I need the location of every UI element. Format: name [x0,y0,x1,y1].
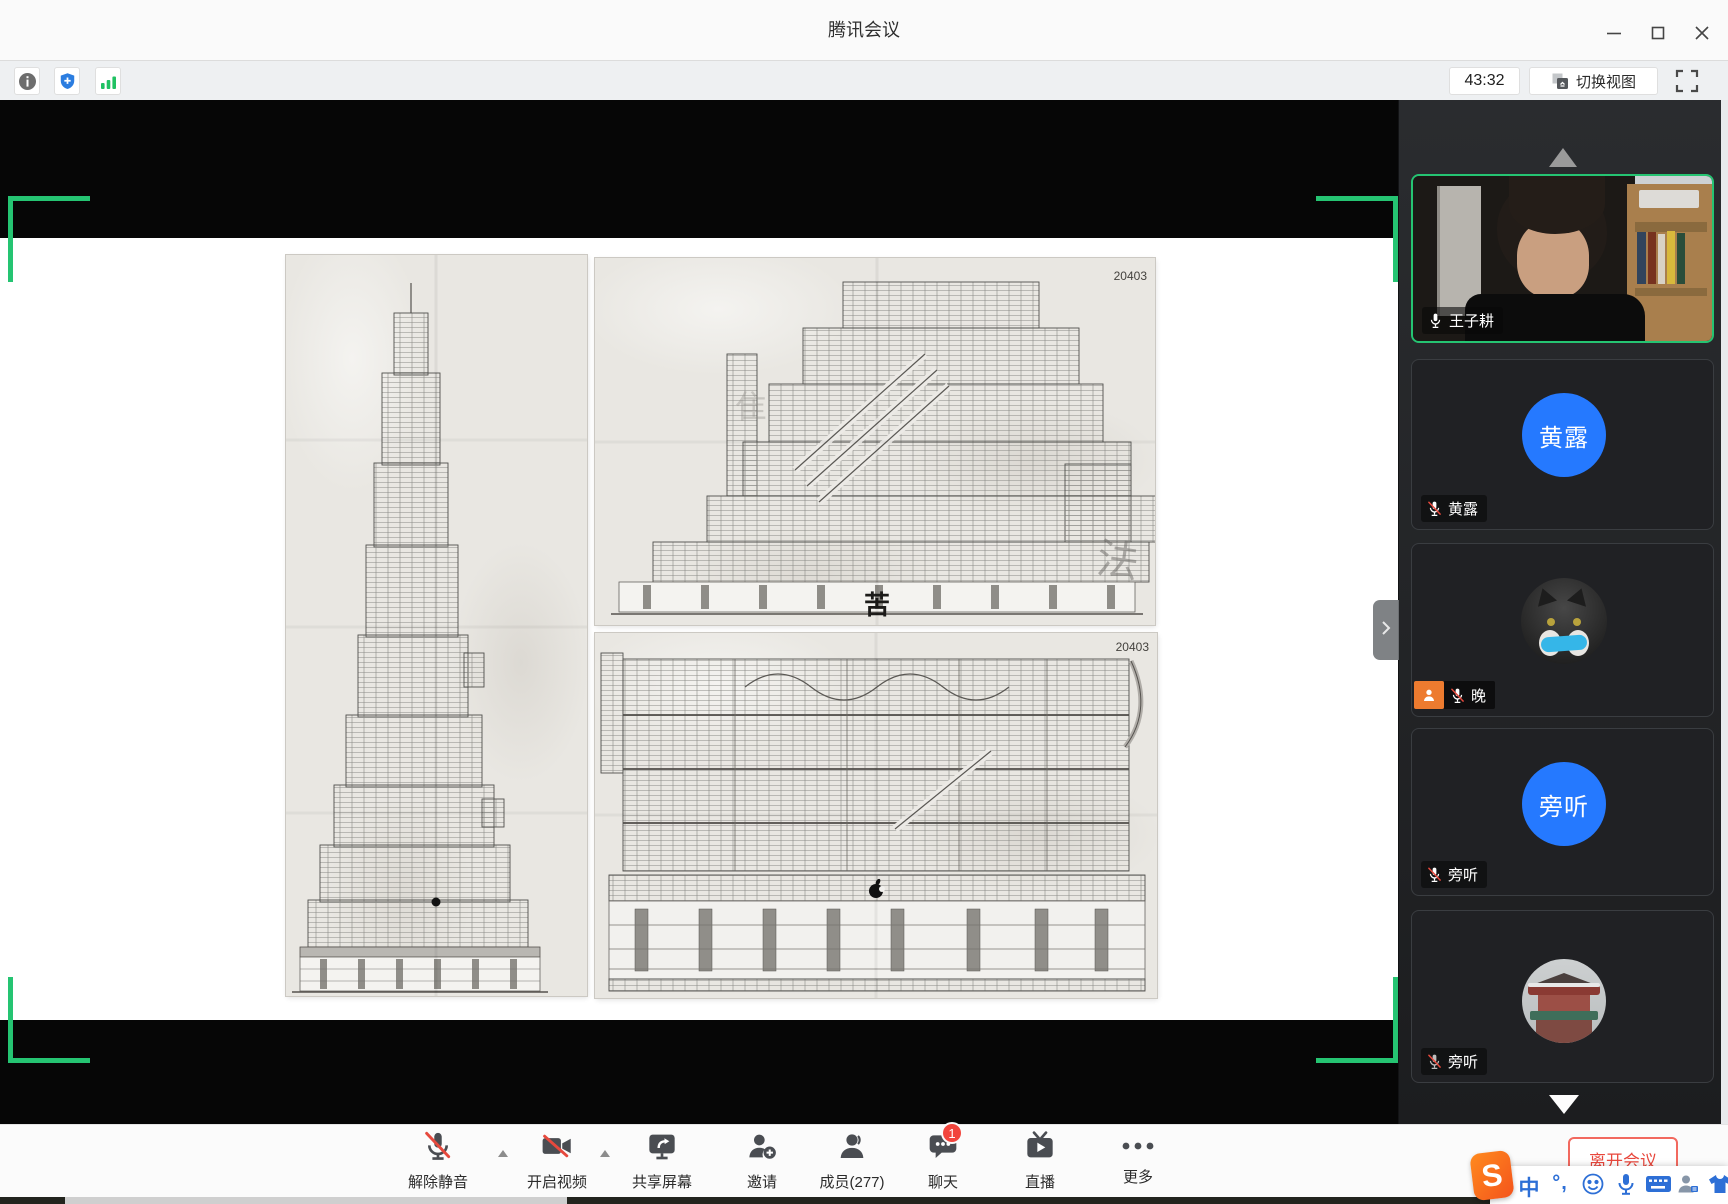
participant-name: 黄露 [1448,498,1478,519]
participant-tile-wangzigeng[interactable]: 王子耕 [1411,174,1714,343]
control-label: 成员(277) [819,1171,884,1192]
close-icon[interactable] [1689,20,1715,46]
fullscreen-icon[interactable] [1674,68,1700,99]
ink-mark-2: 隹 [735,389,767,425]
participant-label: 王子耕 [1422,307,1503,334]
participant-name: 王子耕 [1449,310,1494,331]
participant-label-row: 晚 [1414,681,1495,709]
invite-button[interactable]: 邀请 [714,1130,810,1192]
chevron-right-icon [1380,619,1392,642]
live-icon [1024,1130,1056,1167]
maximize-icon[interactable] [1645,20,1671,46]
member-role-badge-icon [1414,681,1444,709]
ime-skin-icon[interactable] [1707,1172,1728,1196]
avatar-text: 黄露 [1539,418,1589,453]
window-title: 腾讯会议 [0,0,1728,61]
ink-mark: 法 [1094,534,1142,586]
participant-tile-pangting-2[interactable]: 旁听 [1411,910,1714,1083]
mic-muted-icon [1427,866,1442,883]
sidebar-collapse-handle[interactable] [1373,600,1399,660]
participant-tile-huanglu[interactable]: 黄露 黄露 [1411,359,1714,530]
sheet-code: 20403 [1116,640,1150,654]
taskbar-edge [0,1197,1728,1204]
avatar-text: 旁听 [1539,787,1589,822]
shared-screen-area: 20403 苦 法 隹 [0,100,1398,1124]
mic-muted-icon [1450,687,1465,704]
control-label: 解除静音 [408,1171,468,1192]
participant-label: 旁听 [1421,1048,1487,1075]
tencent-meeting-window: 腾讯会议 43:32 切换视图 [0,0,1728,1204]
switch-view-icon [1551,72,1569,90]
control-label: 更多 [1123,1166,1153,1187]
minimize-icon[interactable] [1601,20,1627,46]
capture-corner-bottom-right-h [1316,1058,1398,1063]
members-button[interactable]: 成员(277) [797,1130,907,1192]
taskbar-edge-highlight [65,1197,567,1204]
more-button[interactable]: 更多 [1090,1130,1186,1187]
screen-share-icon [646,1130,678,1167]
camera-off-icon [540,1130,574,1167]
video-options-caret-icon[interactable] [600,1150,610,1157]
mic-muted-icon [1427,1053,1442,1070]
unmute-button[interactable]: 解除静音 [390,1130,486,1192]
mic-options-caret-icon[interactable] [498,1150,508,1157]
avatar: 旁听 [1522,762,1606,846]
avatar: 黄露 [1522,393,1606,477]
drawing-sheet-palace: 20403 苦 法 隹 [595,258,1155,625]
participant-tile-pangting-1[interactable]: 旁听 旁听 [1411,728,1714,896]
control-label: 开启视频 [527,1171,587,1192]
titlebar: 腾讯会议 [0,0,1728,61]
mic-muted-icon [1427,500,1442,517]
drawing-sheet-section: 20403 [595,633,1157,998]
capture-corner-top-right [1316,196,1398,201]
mic-on-icon [1428,312,1443,329]
chat-unread-badge: 1 [941,1122,963,1144]
mic-muted-icon [422,1130,454,1167]
sidebar-edge-strip [1721,100,1728,1124]
scroll-up-icon[interactable] [1549,148,1577,167]
capture-corner-bottom-left [8,977,13,1063]
soft-keyboard-icon[interactable] [1645,1172,1672,1196]
control-label: 共享屏幕 [632,1171,692,1192]
letterbox-top [0,100,1398,238]
participant-tile-wan[interactable]: 晚 [1411,543,1714,717]
participant-name: 旁听 [1448,864,1478,885]
meeting-duration: 43:32 [1449,67,1520,95]
switch-view-button[interactable]: 切换视图 [1529,67,1658,95]
capture-corner-bottom-left-h [8,1058,90,1063]
info-icon[interactable] [14,67,40,95]
scroll-down-icon[interactable] [1549,1095,1579,1114]
more-icon [1121,1130,1155,1162]
emoji-icon[interactable] [1581,1172,1605,1196]
control-label: 直播 [1025,1171,1055,1192]
participant-name: 旁听 [1448,1051,1478,1072]
letterbox-bottom [0,1020,1398,1124]
shield-icon[interactable] [54,67,80,95]
network-signal-icon[interactable] [95,67,121,95]
control-label: 邀请 [747,1171,777,1192]
participant-sidebar: 王子耕 黄露 黄露 [1398,100,1728,1124]
avatar-cat-photo [1521,578,1607,664]
capture-corner-top-left-v [8,196,13,282]
members-icon [836,1130,868,1167]
voice-input-icon[interactable] [1614,1172,1638,1196]
live-button[interactable]: 直播 [992,1130,1088,1192]
start-video-button[interactable]: 开启视频 [509,1130,605,1192]
drawing-sheet-tower [286,255,587,996]
sogou-logo-icon[interactable]: S [1469,1150,1514,1202]
control-label: 聊天 [928,1171,958,1192]
participant-label: 黄露 [1421,495,1487,522]
switch-view-label: 切换视图 [1576,71,1636,92]
user-dict-icon[interactable] [1676,1172,1700,1196]
participant-label: 旁听 [1421,861,1487,888]
participant-label: 晚 [1444,681,1495,709]
ime-punctuation-mode[interactable]: °, [1546,1172,1574,1195]
ime-lang-mode[interactable]: 中 [1516,1172,1542,1202]
share-screen-button[interactable]: 共享屏幕 [614,1130,710,1192]
avatar-temple-photo [1522,959,1606,1043]
participant-name: 晚 [1471,685,1486,706]
invite-icon [746,1130,778,1167]
sheet-code: 20403 [1114,269,1148,283]
capture-corner-top-left [8,196,90,201]
